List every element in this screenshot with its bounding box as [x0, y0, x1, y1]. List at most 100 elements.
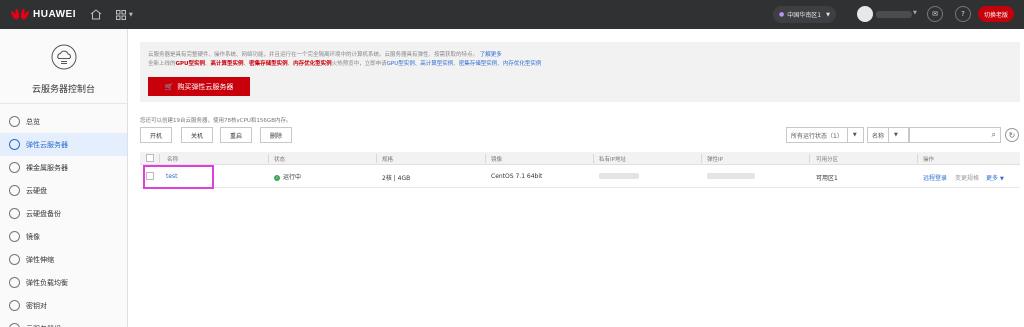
bms-icon	[9, 162, 20, 173]
huawei-logo-icon	[10, 8, 30, 22]
user-menu-caret-icon[interactable]: ▼	[913, 10, 917, 16]
table-row: test ✓ 运行中 2核 | 4GB CentOS 7.1 64bit 可用区1…	[140, 165, 1020, 188]
switch-old-version-button[interactable]: 切换老版	[978, 6, 1015, 22]
gpu-instance-link[interactable]: GPU型实例	[387, 61, 415, 67]
remote-login-link[interactable]: 远程登录	[923, 173, 947, 182]
chevron-down-icon: ▼	[999, 176, 1004, 182]
learn-more-link[interactable]: 了解更多	[480, 52, 502, 58]
sidebar-item-label: 云硬盘	[26, 186, 47, 195]
restart-button[interactable]: 重启	[220, 127, 252, 143]
column-separator	[701, 154, 702, 163]
service-list-caret-icon: ▼	[129, 11, 133, 18]
column-separator	[809, 154, 810, 163]
search-input[interactable]: ⌕	[909, 127, 1001, 143]
chevron-down-icon: ▼	[826, 11, 830, 18]
cart-icon: 🛒	[164, 82, 174, 91]
sidebar-item[interactable]: 云服务器组	[0, 317, 127, 327]
status-label: 运行中	[283, 174, 302, 181]
start-button[interactable]: 开机	[140, 127, 172, 143]
sidebar-item-label: 总览	[26, 117, 40, 126]
stop-button[interactable]: 关机	[181, 127, 213, 143]
help-icon[interactable]: ?	[955, 6, 971, 22]
header-eip: 弹性IP	[707, 157, 723, 163]
sidebar-item-label: 弹性云服务器	[26, 140, 68, 149]
highlight-storage: 密集存储型实例	[249, 61, 288, 67]
sidebar-item[interactable]: 弹性负载均衡	[0, 271, 127, 294]
header-spec: 规格	[382, 157, 394, 163]
quota-text: 您还可以创建19台云服务器，使用78核vCPU和156GB内存。	[140, 118, 292, 124]
eip-obscured	[707, 173, 755, 179]
mail-icon[interactable]: ✉	[927, 6, 943, 22]
overview-icon	[9, 116, 20, 127]
sidebar-item-label: 镜像	[26, 232, 40, 241]
search-icon[interactable]: ⌕	[992, 130, 996, 140]
highlight-memory: 内存优化型实例	[293, 61, 332, 67]
status-filter[interactable]: 所有运行状态（1） ▼	[786, 127, 864, 143]
sidebar-item[interactable]: 云硬盘	[0, 179, 127, 202]
notice-line-1: 云服务器是具有完整硬件、操作系统、网络功能，并且运行在一个完全隔离环境中的计算机…	[148, 50, 502, 58]
header-image: 镜像	[491, 157, 503, 163]
table-header: 名称 状态 规格 镜像 私有IP地址 弹性IP 可用分区 操作	[140, 152, 1020, 165]
sidebar-item-label: 密钥对	[26, 301, 47, 310]
sidebar-item[interactable]: 弹性伸缩	[0, 248, 127, 271]
status-badge: ✓ 运行中	[274, 172, 301, 181]
avatar[interactable]	[857, 6, 873, 22]
sidebar-item[interactable]: 密钥对	[0, 294, 127, 317]
highlight-annotation-box	[143, 165, 214, 189]
sidebar-item[interactable]: 云硬盘备份	[0, 202, 127, 225]
image-value: CentOS 7.1 64bit	[491, 173, 543, 180]
region-selector[interactable]: ● 中国华南区1 ▼	[773, 6, 836, 23]
service-list-icon[interactable]: ▼	[116, 9, 133, 20]
column-separator	[376, 154, 377, 163]
cloud-server-icon	[51, 44, 77, 72]
highlight-gpu: GPU型实例	[175, 61, 206, 67]
huawei-logo[interactable]: HUAWEI	[10, 8, 76, 22]
sidebar-item[interactable]: 弹性云服务器	[0, 133, 127, 156]
more-label: 更多	[986, 175, 999, 182]
sidebar-item[interactable]: 镜像	[0, 225, 127, 248]
select-all-checkbox[interactable]	[146, 154, 154, 162]
change-spec-link[interactable]: 变更规格	[955, 173, 979, 182]
sidebar-item-label: 云硬盘备份	[26, 209, 61, 218]
group-icon	[9, 323, 20, 327]
column-separator	[159, 154, 160, 163]
header-private-ip: 私有IP地址	[599, 157, 626, 163]
more-menu[interactable]: 更多 ▼	[986, 173, 1004, 182]
scaling-icon	[9, 254, 20, 265]
sidebar-item-label: 弹性负载均衡	[26, 278, 68, 287]
buy-ecs-label: 购买弹性云服务器	[177, 82, 234, 91]
header-zone: 可用分区	[816, 157, 839, 163]
sidebar-item[interactable]: 总览	[0, 110, 127, 133]
memory-instance-link[interactable]: 内存优化型实例	[503, 61, 542, 67]
private-ip-obscured	[599, 173, 639, 179]
header-status: 状态	[274, 157, 286, 163]
image-icon	[9, 231, 20, 242]
compute-instance-link[interactable]: 高计算型实例	[420, 61, 453, 67]
search-field-label: 名称	[872, 132, 885, 140]
sidebar-item[interactable]: 裸金属服务器	[0, 156, 127, 179]
elb-icon	[9, 277, 20, 288]
ecs-icon	[9, 139, 20, 150]
chevron-down-icon: ▼	[888, 128, 903, 142]
zone-value: 可用区1	[816, 175, 838, 182]
buy-ecs-button[interactable]: 🛒 购买弹性云服务器	[148, 77, 250, 96]
sidebar-header: 云服务器控制台	[0, 29, 127, 104]
delete-button[interactable]: 删除	[260, 127, 292, 143]
top-navigation-bar: HUAWEI ▼ ● 中国华南区1 ▼ ▼ ✉ ? 切换老版	[0, 0, 1024, 29]
sidebar-item-label: 弹性伸缩	[26, 255, 54, 264]
info-notice: 云服务器是具有完整硬件、操作系统、网络功能，并且运行在一个完全隔离环境中的计算机…	[140, 42, 1020, 102]
storage-instance-link[interactable]: 密集存储型实例	[459, 61, 498, 67]
header-operations: 操作	[923, 157, 935, 163]
home-icon[interactable]	[90, 9, 102, 20]
sidebar-item-label: 云服务器组	[26, 324, 61, 327]
username-obscured[interactable]	[876, 11, 912, 18]
column-separator	[917, 154, 918, 163]
notice-mid: 火热预览中，立即申请	[331, 61, 387, 67]
search-field-selector[interactable]: 名称 ▼	[867, 127, 909, 143]
sidebar-menu: 总览弹性云服务器裸金属服务器云硬盘云硬盘备份镜像弹性伸缩弹性负载均衡密钥对云服务…	[0, 104, 127, 327]
sidebar-item-label: 裸金属服务器	[26, 163, 68, 172]
column-separator	[593, 154, 594, 163]
column-separator	[485, 154, 486, 163]
brand-name: HUAWEI	[33, 9, 76, 20]
refresh-icon[interactable]: ↻	[1005, 128, 1019, 142]
